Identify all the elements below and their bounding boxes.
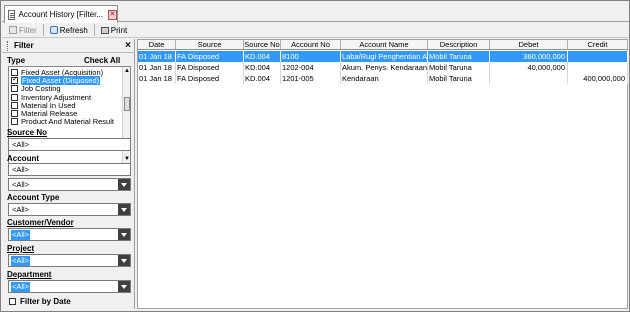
checkbox[interactable]	[11, 75, 18, 85]
table-cell: Mobil Taruna	[428, 73, 490, 84]
customer-vendor-label: Customer/Vendor	[7, 218, 74, 227]
close-icon[interactable]: ×	[125, 40, 131, 51]
chevron-down-icon[interactable]	[118, 204, 130, 215]
table-cell: KD.004	[244, 62, 281, 73]
grip-icon[interactable]	[7, 40, 10, 51]
customer-vendor-combo-value: <All>	[11, 230, 31, 240]
filter-panel-title: Filter	[14, 41, 34, 50]
filter-by-date-label: Filter by Date	[20, 297, 71, 306]
toolbar: Filter Refresh Print	[2, 23, 629, 38]
checkbox[interactable]	[11, 118, 18, 126]
table-cell: Kendaraan	[341, 73, 428, 84]
table-cell: 8100	[281, 51, 341, 62]
customer-vendor-combo[interactable]: <All>	[8, 228, 131, 241]
account-combo[interactable]: <All>	[8, 178, 131, 191]
table-cell: FA Disposed	[176, 73, 244, 84]
filter-panel: Filter × Type Check All Fixed Asset (Acq…	[2, 39, 135, 309]
column-header[interactable]: Source No	[244, 40, 281, 50]
account-field[interactable]: <All>	[8, 163, 131, 176]
project-combo-value: <All>	[11, 256, 31, 266]
checkbox[interactable]	[11, 110, 18, 117]
account-history-grid[interactable]: Date Source Source No Account No Account Nam…	[137, 39, 628, 309]
table-cell: KD.004	[244, 51, 281, 62]
type-label: Type	[7, 56, 26, 65]
table-cell: FA Disposed	[176, 51, 244, 62]
scroll-thumb[interactable]	[124, 97, 130, 111]
table-cell: Akum. Penys. Kendaraan	[342, 62, 428, 73]
window: Account History [Filter... ✕ Filter Refr…	[0, 0, 630, 312]
chevron-down-icon[interactable]	[118, 179, 130, 190]
table-cell: 1202-004	[281, 62, 341, 73]
department-combo-value: <All>	[11, 282, 31, 292]
refresh-button-label: Refresh	[59, 25, 88, 35]
table-cell	[568, 62, 628, 73]
refresh-icon	[49, 26, 58, 34]
filter-icon	[9, 26, 17, 34]
checkbox[interactable]	[11, 93, 18, 101]
type-list-item[interactable]: Product And Material Result	[11, 117, 114, 126]
filter-by-date-checkbox[interactable]: Filter by Date	[9, 297, 71, 306]
table-cell: KD.004	[244, 73, 281, 84]
scroll-down-icon[interactable]: ▼	[124, 156, 130, 162]
account-combo-value: <All>	[12, 180, 30, 189]
table-cell: 400,000,000	[568, 73, 628, 84]
table-cell	[568, 51, 628, 62]
type-list-item-label: Product And Material Result	[21, 117, 114, 127]
account-type-combo-value: <All>	[12, 205, 30, 214]
table-cell: Mobil Taruna	[428, 62, 490, 73]
checkbox[interactable]	[9, 298, 16, 305]
table-cell: Laba/Rugi Penghentian Akt	[341, 51, 428, 62]
table-cell: 360,000,000	[490, 51, 568, 62]
filter-button[interactable]: Filter	[5, 24, 41, 37]
scroll-up-icon[interactable]: ▲	[124, 68, 130, 74]
account-type-label: Account Type	[7, 193, 60, 202]
close-icon[interactable]: ✕	[107, 9, 117, 20]
printer-icon	[100, 26, 109, 34]
table-row[interactable]: 01 Jan 18 FA Disposed KD.004 1201-005 Kendar…	[138, 73, 629, 84]
check-all-label[interactable]: Check All	[84, 56, 120, 65]
column-header[interactable]: Description	[428, 40, 490, 50]
table-cell	[490, 73, 568, 84]
table-row[interactable]: 01 Jan 18 FA Disposed KD.004 1202-004 Akum. …	[138, 62, 629, 73]
table-cell: 01 Jan 18	[138, 51, 176, 62]
project-combo[interactable]: <All>	[8, 254, 131, 267]
source-no-label: Source No	[7, 128, 48, 137]
chevron-down-icon[interactable]	[118, 255, 130, 266]
column-header[interactable]: Account No	[281, 40, 341, 50]
chevron-down-icon[interactable]	[118, 281, 130, 292]
tab-label: Account History [Filter...	[18, 10, 103, 19]
column-header[interactable]: Credit	[568, 40, 628, 50]
source-no-field[interactable]: <All>	[8, 138, 131, 151]
department-combo[interactable]: <All>	[8, 280, 131, 293]
refresh-button[interactable]: Refresh	[46, 24, 92, 37]
tab-account-history[interactable]: Account History [Filter... ✕	[4, 5, 118, 23]
project-label: Project	[7, 244, 35, 253]
table-cell: FA Disposed	[176, 62, 244, 73]
column-header[interactable]: Account Name	[341, 40, 428, 50]
chevron-down-icon[interactable]	[118, 229, 130, 240]
account-label: Account	[7, 154, 39, 163]
table-cell: 01 Jan 18	[138, 62, 176, 73]
print-button-label: Print	[110, 25, 128, 35]
document-icon	[8, 9, 16, 20]
toolbar-separator	[93, 24, 95, 36]
filter-button-label: Filter	[19, 25, 37, 35]
tab-bar: Account History [Filter... ✕	[2, 2, 629, 23]
column-header[interactable]: Source	[176, 40, 244, 50]
table-cell: 01 Jan 18	[138, 73, 176, 84]
table-cell: 1201-005	[281, 73, 341, 84]
filter-panel-header: Filter ×	[2, 39, 135, 53]
checkbox[interactable]	[11, 85, 18, 93]
table-row[interactable]: 01 Jan 18 FA Disposed KD.004 8100 Laba/Rugi …	[138, 51, 629, 62]
table-cell: Mobil Taruna	[428, 51, 490, 62]
column-header[interactable]: Debet	[490, 40, 568, 50]
column-header[interactable]: Date	[138, 40, 176, 50]
print-button[interactable]: Print	[97, 24, 131, 37]
toolbar-separator	[42, 24, 44, 36]
checkbox[interactable]	[11, 101, 18, 109]
department-label: Department	[7, 270, 52, 279]
table-cell: 40,000,000	[490, 62, 568, 73]
account-type-combo[interactable]: <All>	[8, 203, 131, 216]
